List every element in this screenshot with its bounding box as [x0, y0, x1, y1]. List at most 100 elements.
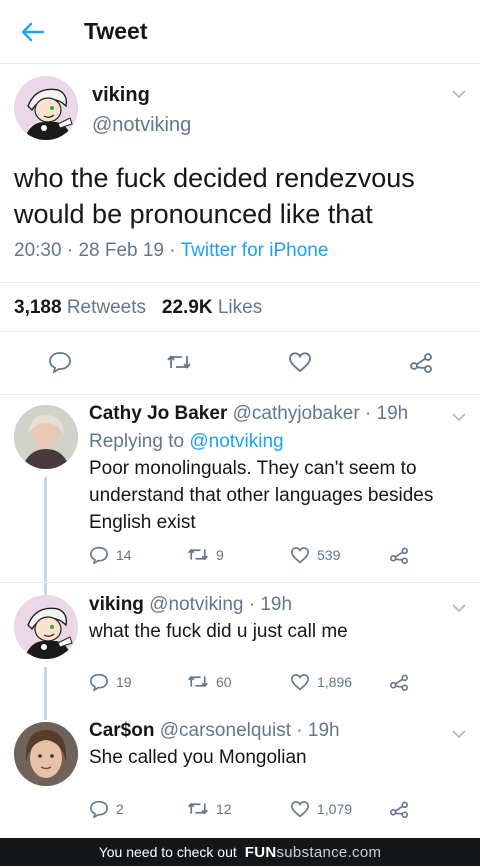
tweet-menu-button[interactable]	[452, 86, 466, 104]
reply-header: Cathy Jo Baker @cathyjobaker · 19h	[89, 403, 408, 425]
tweet-time: 20:30	[14, 240, 62, 261]
profile-photo-icon	[14, 722, 78, 786]
reply-tweet: Car$on @carsonelquist · 19h She called y…	[0, 708, 480, 838]
watermark-banner: You need to check out FUNsubstance.com	[0, 838, 480, 866]
author-name[interactable]: viking	[92, 84, 150, 107]
share-icon	[390, 674, 408, 691]
author-handle[interactable]: @notviking	[149, 594, 243, 615]
profile-photo-icon	[14, 405, 78, 469]
retweet-icon	[167, 355, 191, 369]
back-arrow-icon	[21, 22, 45, 42]
reply-header: Car$on @carsonelquist · 19h	[89, 720, 340, 742]
like-button[interactable]: 539	[290, 546, 340, 564]
like-count: 539	[317, 547, 341, 563]
retweet-button[interactable]	[164, 348, 194, 376]
reply-icon	[49, 352, 71, 373]
brand-domain: .com	[347, 843, 382, 861]
retweet-count: 12	[216, 800, 232, 817]
page-title: Tweet	[84, 18, 148, 44]
meta-separator: ·	[169, 240, 181, 261]
meta-separator: ·	[243, 594, 261, 615]
avatar[interactable]	[14, 405, 78, 469]
tweet-text: who the fuck decided rendezvous would be…	[14, 163, 415, 229]
share-button[interactable]	[389, 800, 409, 818]
share-icon	[390, 547, 408, 564]
replying-to: Replying to @notviking	[89, 431, 284, 453]
retweet-count: 9	[216, 546, 224, 563]
chevron-down-icon	[452, 413, 466, 422]
meta-separator: ·	[291, 720, 308, 741]
thread-line	[44, 708, 47, 720]
reply-icon	[89, 546, 109, 564]
retweet-icon	[188, 676, 208, 687]
tweet-meta: 20:30 · 28 Feb 19 · Twitter for iPhone	[14, 240, 328, 262]
tweet-menu-button[interactable]	[452, 409, 466, 427]
brand-sub: substance	[276, 843, 348, 861]
retweet-button[interactable]: 9	[187, 546, 224, 563]
app-header: Tweet	[0, 0, 480, 64]
reply-count: 19	[116, 674, 132, 690]
reply-time: 19h	[307, 720, 340, 741]
retweet-icon	[188, 803, 208, 814]
replying-to-link[interactable]: @notviking	[189, 431, 283, 452]
author-handle[interactable]: @notviking	[92, 114, 191, 137]
like-button[interactable]: 1,896	[290, 673, 352, 691]
reply-button[interactable]	[45, 348, 75, 376]
share-button[interactable]	[389, 673, 409, 691]
reply-button[interactable]: 19	[89, 673, 132, 691]
reply-text: She called you Mongolian	[89, 747, 307, 768]
retweets-label: Retweets	[66, 297, 147, 318]
author-name[interactable]: Cathy Jo Baker	[89, 403, 227, 424]
reply-header: viking @notviking · 19h	[89, 594, 292, 616]
like-count: 1,079	[317, 801, 353, 817]
reply-icon	[89, 673, 109, 691]
author-name[interactable]: viking	[89, 594, 144, 615]
brand-main: FUN	[244, 843, 277, 861]
retweet-icon	[188, 549, 208, 560]
back-button[interactable]	[18, 18, 48, 46]
thread-line	[44, 477, 47, 582]
likes-stat[interactable]: 22.9K Likes	[162, 297, 262, 318]
share-icon	[390, 801, 408, 818]
avatar[interactable]	[14, 722, 78, 786]
main-tweet: viking @notviking who the fuck decided r…	[0, 64, 480, 394]
reply-actions: 19 60 1,896	[89, 673, 419, 695]
like-button[interactable]: 1,079	[290, 800, 352, 818]
tweet-source[interactable]: Twitter for iPhone	[181, 240, 329, 261]
chevron-down-icon	[452, 604, 466, 613]
share-button[interactable]	[406, 348, 436, 376]
like-button[interactable]	[285, 348, 315, 376]
author-handle[interactable]: @cathyjobaker	[233, 403, 360, 424]
watermark-brand: FUNsubstance.com	[245, 844, 382, 861]
meta-separator: ·	[359, 403, 377, 424]
share-button[interactable]	[389, 546, 409, 564]
like-count: 1,896	[317, 674, 353, 690]
like-icon	[290, 674, 310, 691]
avatar[interactable]	[14, 595, 78, 659]
retweet-button[interactable]: 60	[187, 673, 232, 690]
reply-text: what the fuck did u just call me	[89, 621, 348, 642]
engagement-stats: 3,188 Retweets 22.9K Likes	[0, 282, 480, 332]
avatar[interactable]	[14, 76, 78, 140]
likes-count: 22.9K	[161, 297, 213, 318]
likes-label: Likes	[217, 297, 263, 318]
author-name[interactable]: Car$on	[89, 720, 154, 741]
reply-count: 14	[116, 547, 132, 563]
reply-button[interactable]: 14	[89, 546, 132, 564]
reply-icon	[89, 800, 109, 818]
like-icon	[289, 352, 311, 373]
tweet-menu-button[interactable]	[452, 600, 466, 618]
retweets-stat[interactable]: 3,188 Retweets	[14, 297, 146, 318]
reply-actions: 2 12 1,079	[89, 800, 419, 822]
watermark-text: You need to check out	[98, 844, 237, 860]
chevron-down-icon	[452, 730, 466, 739]
author-handle[interactable]: @carsonelquist	[160, 720, 291, 741]
reply-button[interactable]: 2	[89, 800, 124, 818]
reply-count: 2	[116, 801, 124, 817]
retweets-count: 3,188	[14, 297, 62, 318]
tweet-menu-button[interactable]	[452, 726, 466, 744]
retweet-button[interactable]: 12	[187, 800, 232, 817]
tweet-date: 28 Feb 19	[78, 240, 165, 261]
reply-actions: 14 9 539	[89, 546, 419, 568]
tweet-actions	[0, 342, 480, 382]
